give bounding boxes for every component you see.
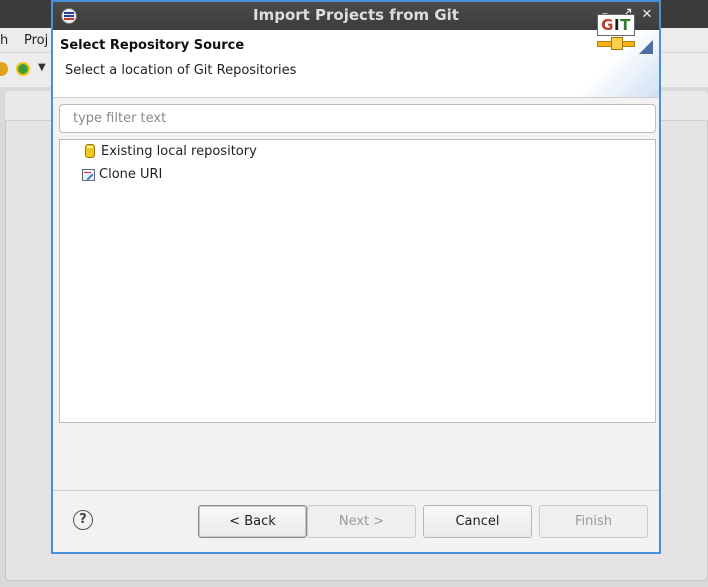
dialog-titlebar[interactable]: Import Projects from Git – ⤢ ✕ <box>53 0 659 30</box>
cancel-button[interactable]: Cancel <box>423 505 532 538</box>
banner-corner-decoration <box>639 40 653 54</box>
help-icon[interactable]: ? <box>73 510 93 530</box>
wizard-header: Select Repository Source Select a locati… <box>53 30 659 98</box>
next-button[interactable]: Next > <box>307 505 416 538</box>
git-repository-icon <box>85 144 95 158</box>
git-logo-box <box>611 37 623 50</box>
git-logo-text: GIT <box>597 14 635 36</box>
menu-item-project[interactable]: Proj <box>24 33 48 48</box>
tree-item-label: Existing local repository <box>101 143 257 159</box>
git-logo-icon: GIT <box>597 14 637 52</box>
import-projects-dialog: Import Projects from Git – ⤢ ✕ Select Re… <box>51 0 661 554</box>
clone-uri-icon <box>82 169 95 181</box>
back-button[interactable]: < Back <box>198 505 307 538</box>
wizard-page-description: Select a location of Git Repositories <box>65 63 297 78</box>
menu-item-search[interactable]: h <box>0 33 8 48</box>
close-icon[interactable]: ✕ <box>638 5 656 25</box>
button-bar-separator <box>53 490 659 491</box>
toolbar-run-icon[interactable] <box>16 62 30 76</box>
filter-input[interactable] <box>59 104 656 133</box>
tree-item-clone-uri[interactable]: Clone URI <box>82 164 162 184</box>
repository-source-tree[interactable]: Existing local repository Clone URI <box>59 139 656 423</box>
finish-button[interactable]: Finish <box>539 505 648 538</box>
dialog-title: Import Projects from Git <box>253 6 459 24</box>
wizard-page-title: Select Repository Source <box>60 38 245 53</box>
toolbar-dropdown-icon[interactable]: ▼ <box>38 62 46 73</box>
tree-item-label: Clone URI <box>99 166 163 182</box>
tree-item-existing-local-repository[interactable]: Existing local repository <box>82 141 257 161</box>
